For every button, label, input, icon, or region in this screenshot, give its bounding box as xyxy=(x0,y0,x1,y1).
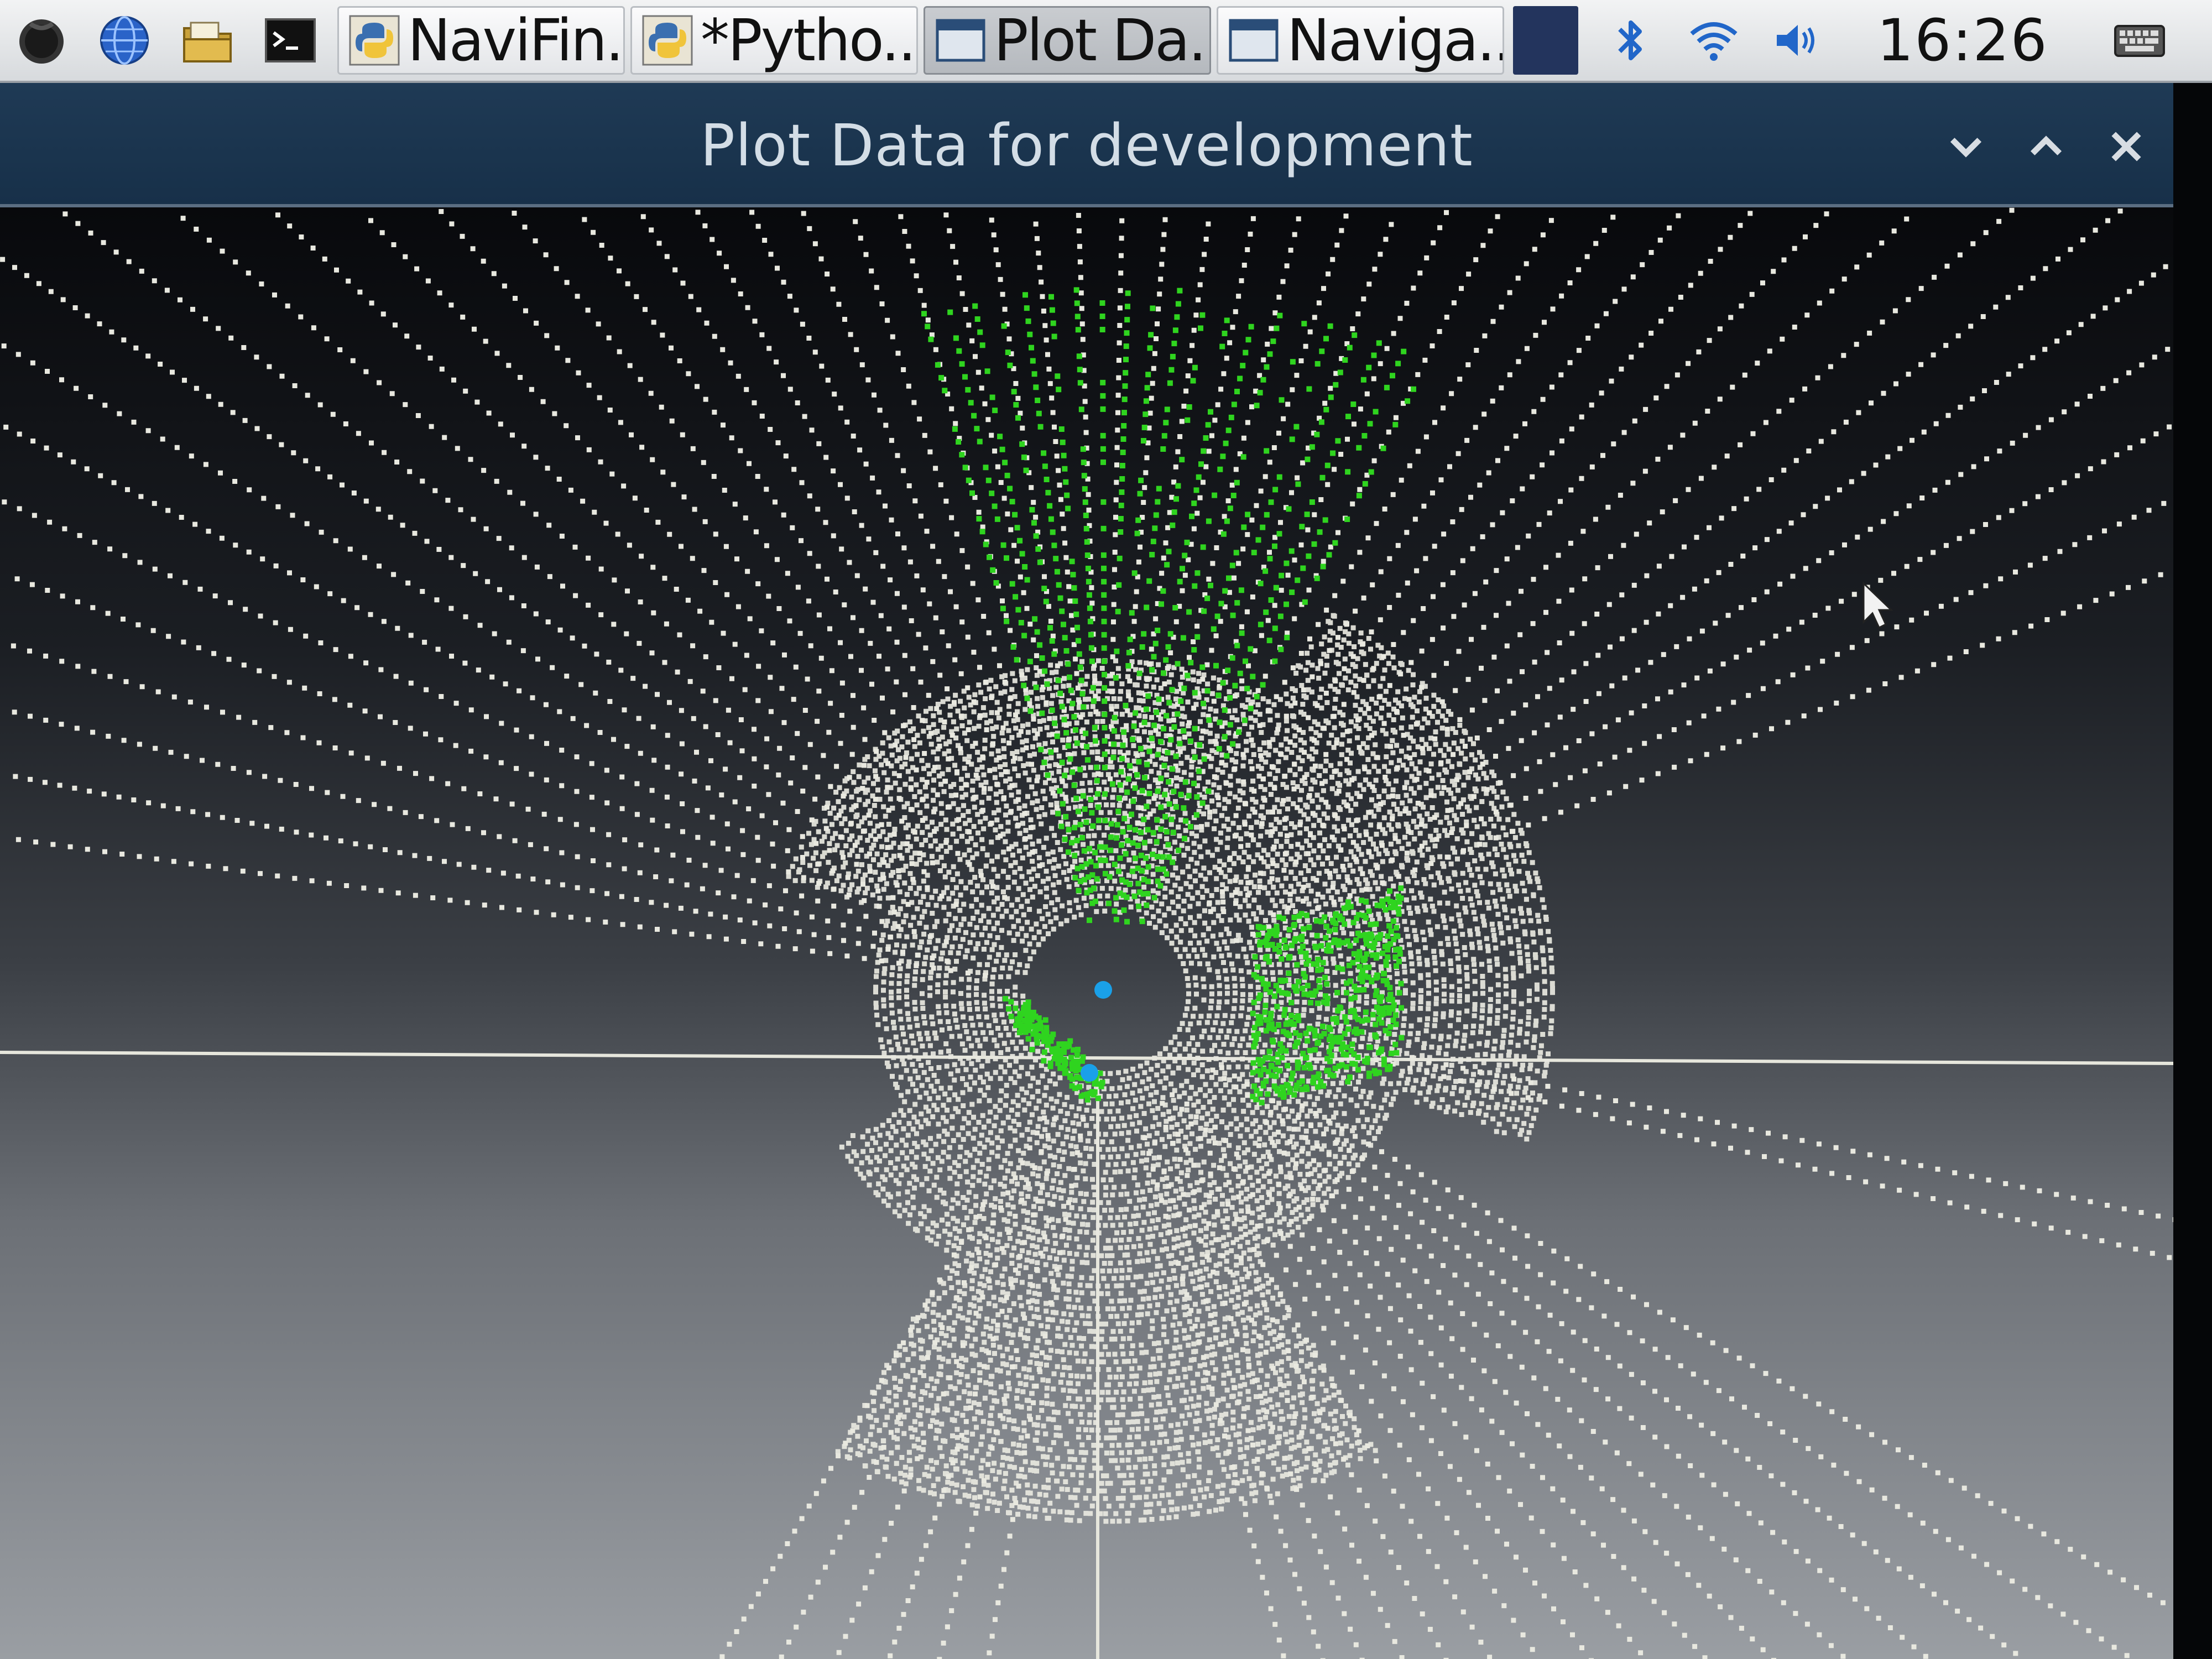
volume-button[interactable] xyxy=(1766,10,1827,71)
python-icon xyxy=(642,15,693,66)
point-cloud-plot xyxy=(0,207,2173,1659)
lidar-ray xyxy=(0,257,927,874)
lidar-ray xyxy=(1199,218,1554,830)
bluetooth-button[interactable] xyxy=(1600,10,1661,71)
maximize-button[interactable] xyxy=(2016,116,2077,177)
wifi-icon xyxy=(1690,22,1738,61)
lidar-ray xyxy=(1232,211,1753,839)
lidar-ray xyxy=(1234,572,2163,943)
maximize-icon xyxy=(2030,135,2062,155)
lidar-ray xyxy=(695,210,1042,869)
terminal-icon xyxy=(265,18,316,62)
web-browser-icon xyxy=(100,16,149,65)
lidar-ray xyxy=(1233,213,1681,818)
terminal-button[interactable] xyxy=(249,0,332,82)
lidar-ray xyxy=(275,212,1008,900)
window-icon xyxy=(936,19,985,62)
lidar-ray xyxy=(1287,424,2172,897)
task-label: *Pytho... xyxy=(701,7,918,74)
cursor-arrow-icon xyxy=(1863,581,1893,629)
lidar-ray xyxy=(749,210,1034,831)
bluetooth-icon xyxy=(1618,20,1642,60)
lidar-ray xyxy=(1342,1040,2173,1222)
lidar-ray xyxy=(512,211,959,798)
plot-canvas[interactable] xyxy=(0,207,2173,1659)
lidar-ray xyxy=(12,709,893,940)
x-axis-line xyxy=(0,1051,2173,1065)
volume-icon xyxy=(1777,25,1814,56)
menu-button[interactable] xyxy=(0,0,83,82)
task-button-plot-data[interactable]: Plot Da... xyxy=(924,6,1211,75)
position-markers xyxy=(1081,981,1112,1082)
lidar-ray xyxy=(1270,1140,1846,1659)
python-icon xyxy=(349,15,400,66)
lidar-ray xyxy=(62,211,935,865)
lidar-ray xyxy=(1271,500,2167,917)
lidar-ray xyxy=(13,774,950,964)
lidar-ray xyxy=(2,499,911,907)
lidar-ray xyxy=(1208,208,2123,914)
mouse-cursor xyxy=(1863,581,1893,629)
lidar-ray xyxy=(1210,1067,2018,1656)
window-icon xyxy=(1229,19,1279,62)
lidar-ray xyxy=(640,214,987,791)
file-manager-button[interactable] xyxy=(166,0,249,82)
keyboard-icon xyxy=(2114,25,2165,57)
lidar-ray xyxy=(3,424,900,888)
close-icon xyxy=(2111,132,2141,161)
lidar-ray xyxy=(11,643,949,945)
lidar-ray xyxy=(888,1171,1050,1658)
minimize-button[interactable] xyxy=(1936,116,1996,177)
task-button-python[interactable]: *Pytho... xyxy=(630,6,918,75)
web-browser-button[interactable] xyxy=(83,0,166,82)
lidar-rays xyxy=(0,207,2173,1659)
task-label: Plot Da... xyxy=(994,7,1209,74)
scan-cloud xyxy=(786,613,1555,1524)
menu-icon xyxy=(19,19,64,64)
plot-window: Plot Data for development xyxy=(0,83,2173,1659)
file-manager-icon xyxy=(183,22,232,62)
task-button-navigation[interactable]: Naviga... xyxy=(1217,6,1504,75)
clock[interactable]: 16:26 xyxy=(1877,7,2048,74)
lidar-ray xyxy=(1163,1124,1405,1659)
wifi-button[interactable] xyxy=(1683,10,1744,71)
task-label: Naviga... xyxy=(1287,7,1504,74)
screen-edge xyxy=(2173,83,2212,1659)
close-button[interactable] xyxy=(2096,116,2157,177)
tray-separator xyxy=(1513,6,1578,75)
window-title: Plot Data for development xyxy=(700,112,1473,179)
task-button-navifinder[interactable]: NaviFin... xyxy=(337,6,625,75)
taskbar: NaviFin... *Pytho... Plot Da... Naviga..… xyxy=(0,0,2212,83)
keyboard-button[interactable] xyxy=(2109,10,2170,71)
task-label: NaviFin... xyxy=(408,7,623,74)
robot-position-marker xyxy=(1094,981,1112,999)
lidar-ray xyxy=(14,576,897,915)
minimize-icon xyxy=(1950,138,1982,158)
lidar-ray xyxy=(801,211,1018,761)
point-cloud xyxy=(786,613,1555,1524)
window-titlebar[interactable]: Plot Data for development xyxy=(0,83,2173,207)
target-position-marker xyxy=(1081,1064,1098,1082)
lidar-ray xyxy=(1175,1176,1365,1659)
